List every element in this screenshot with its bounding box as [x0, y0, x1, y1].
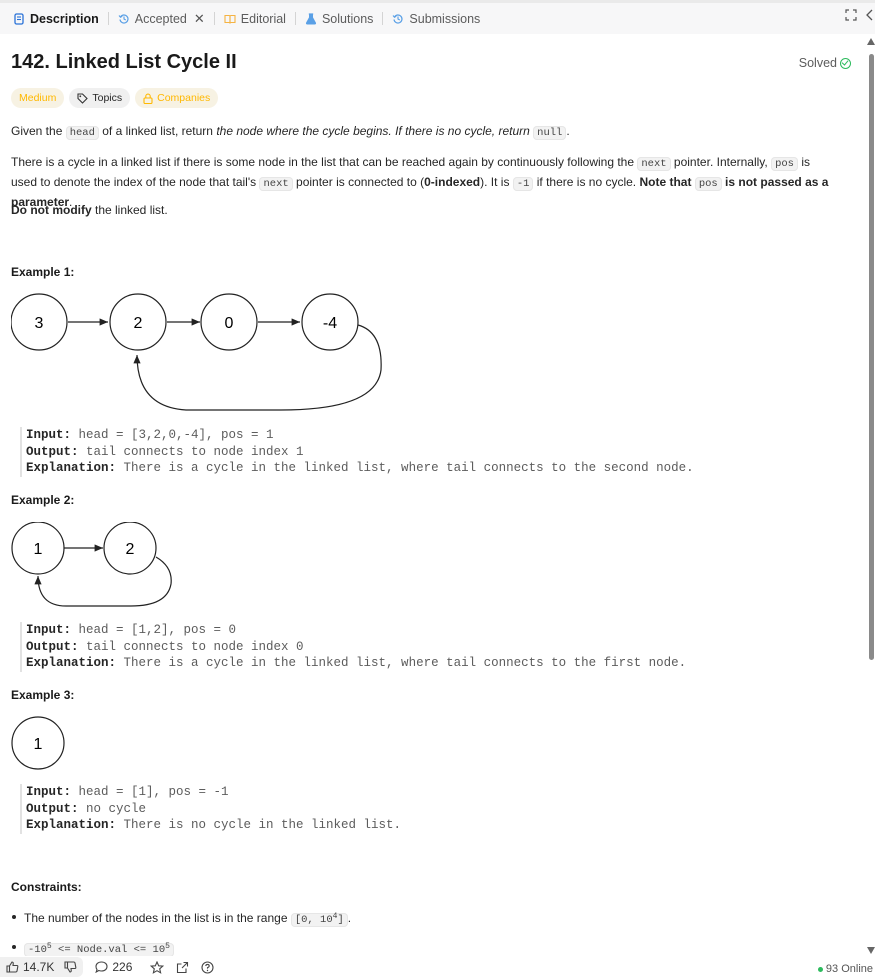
scrollbar[interactable]: [867, 34, 875, 954]
svg-text:3: 3: [35, 315, 44, 332]
companies-button[interactable]: Companies: [135, 88, 219, 108]
list-node: 0: [200, 293, 258, 351]
topics-label: Topics: [92, 92, 123, 104]
tab-submissions-label: Submissions: [409, 11, 481, 26]
tab-editorial[interactable]: Editorial: [219, 8, 291, 30]
tab-divider: [382, 12, 384, 25]
topics-button[interactable]: Topics: [69, 88, 131, 108]
comments-button[interactable]: 226: [95, 960, 132, 974]
tab-divider: [107, 12, 109, 25]
favorite-button[interactable]: [150, 960, 165, 974]
inline-code: next: [637, 157, 671, 171]
comments-count: 226: [112, 960, 133, 974]
example-1-diagram: 3 2 0 -4: [10, 292, 391, 417]
inline-code: pos: [694, 177, 722, 191]
likes-count: 14.7K: [23, 960, 55, 974]
tab-solutions[interactable]: Solutions: [300, 8, 378, 30]
external-link-icon: [177, 961, 189, 973]
help-circle-icon: [201, 960, 214, 974]
inline-code: next: [259, 177, 293, 191]
star-icon: [150, 960, 165, 974]
help-button[interactable]: [201, 960, 214, 974]
close-icon[interactable]: ✕: [194, 11, 205, 27]
svg-text:1: 1: [34, 541, 43, 558]
panel-controls: [845, 9, 875, 21]
check-circle-icon: [840, 57, 851, 69]
online-dot-icon: [817, 966, 823, 972]
like-group: 14.7K: [0, 957, 84, 977]
svg-text:2: 2: [134, 315, 143, 332]
inline-code: [0, 104]: [290, 912, 348, 927]
example-1-heading: Example 1:: [11, 265, 75, 279]
problem-title: 142. Linked List Cycle II: [11, 51, 237, 73]
example-3-io: Input: head = [1], pos = -1 Output: no c…: [20, 784, 401, 834]
scroll-down-arrow[interactable]: [867, 947, 875, 954]
list-node: -4: [301, 293, 359, 351]
tab-divider: [294, 12, 296, 25]
description-paragraph-1: Given the head of a linked list, return …: [11, 124, 570, 140]
tab-solutions-label: Solutions: [321, 11, 374, 26]
example-1-io: Input: head = [3,2,0,-4], pos = 1 Output…: [20, 427, 694, 477]
chevron-left-icon[interactable]: [865, 9, 875, 21]
online-count: 93 Online: [825, 963, 873, 975]
example-3-diagram: 1: [11, 716, 71, 779]
companies-label: Companies: [157, 92, 211, 104]
list-node: 1: [11, 716, 65, 770]
tag-icon: [77, 92, 89, 104]
scroll-thumb[interactable]: [869, 54, 874, 660]
tab-description[interactable]: Description: [8, 8, 104, 30]
tab-accepted-label: Accepted: [134, 11, 187, 26]
thumbs-down-icon[interactable]: [64, 961, 77, 973]
list-item: The number of the nodes in the list is i…: [11, 908, 351, 929]
tab-divider: [213, 12, 215, 25]
book-icon: [224, 14, 236, 24]
solved-status: Solved: [799, 56, 851, 70]
lock-icon: [143, 93, 153, 104]
history-icon: [392, 13, 403, 24]
difficulty-badge: Medium: [11, 88, 65, 108]
inline-code: -1: [512, 177, 534, 191]
flask-icon: [305, 12, 317, 24]
bottom-action-bar: 14.7K 226 93 Online: [0, 956, 875, 978]
description-paragraph-3: Do not modify the linked list.: [11, 203, 168, 217]
svg-text:2: 2: [126, 541, 135, 558]
tab-editorial-label: Editorial: [240, 11, 286, 26]
example-2-diagram: 1 2: [11, 521, 191, 615]
description-icon: [14, 12, 24, 25]
constraints-heading: Constraints:: [11, 880, 82, 894]
inline-code: null: [533, 126, 567, 140]
svg-text:0: 0: [225, 315, 234, 332]
share-button[interactable]: [176, 961, 189, 974]
online-indicator: 93 Online: [817, 963, 873, 975]
inline-code: -105 <= Node.val <= 105: [24, 942, 174, 957]
example-2-heading: Example 2:: [11, 493, 75, 507]
tab-submissions[interactable]: Submissions: [387, 8, 485, 30]
inline-code: pos: [771, 157, 798, 171]
scroll-up-arrow[interactable]: [867, 38, 875, 45]
tab-bar: Description Accepted ✕ Editorial Solutio…: [0, 0, 875, 34]
svg-text:1: 1: [34, 736, 43, 753]
solved-label: Solved: [798, 56, 837, 70]
tag-row: Medium Topics Companies: [11, 88, 219, 108]
expand-icon[interactable]: [845, 9, 857, 21]
example-3-heading: Example 3:: [11, 688, 75, 702]
list-node: 1: [11, 521, 65, 575]
list-node: 3: [10, 293, 68, 351]
tab-description-label: Description: [30, 11, 99, 26]
tab-accepted[interactable]: Accepted ✕: [113, 8, 210, 30]
svg-text:-4: -4: [323, 315, 337, 332]
comment-icon: [95, 961, 108, 973]
list-node: 2: [103, 521, 157, 575]
example-2-io: Input: head = [1,2], pos = 0 Output: tai…: [20, 622, 686, 672]
history-icon: [118, 13, 129, 24]
list-node: 2: [109, 293, 167, 351]
thumbs-up-icon[interactable]: [6, 961, 19, 973]
inline-code: head: [65, 126, 99, 140]
